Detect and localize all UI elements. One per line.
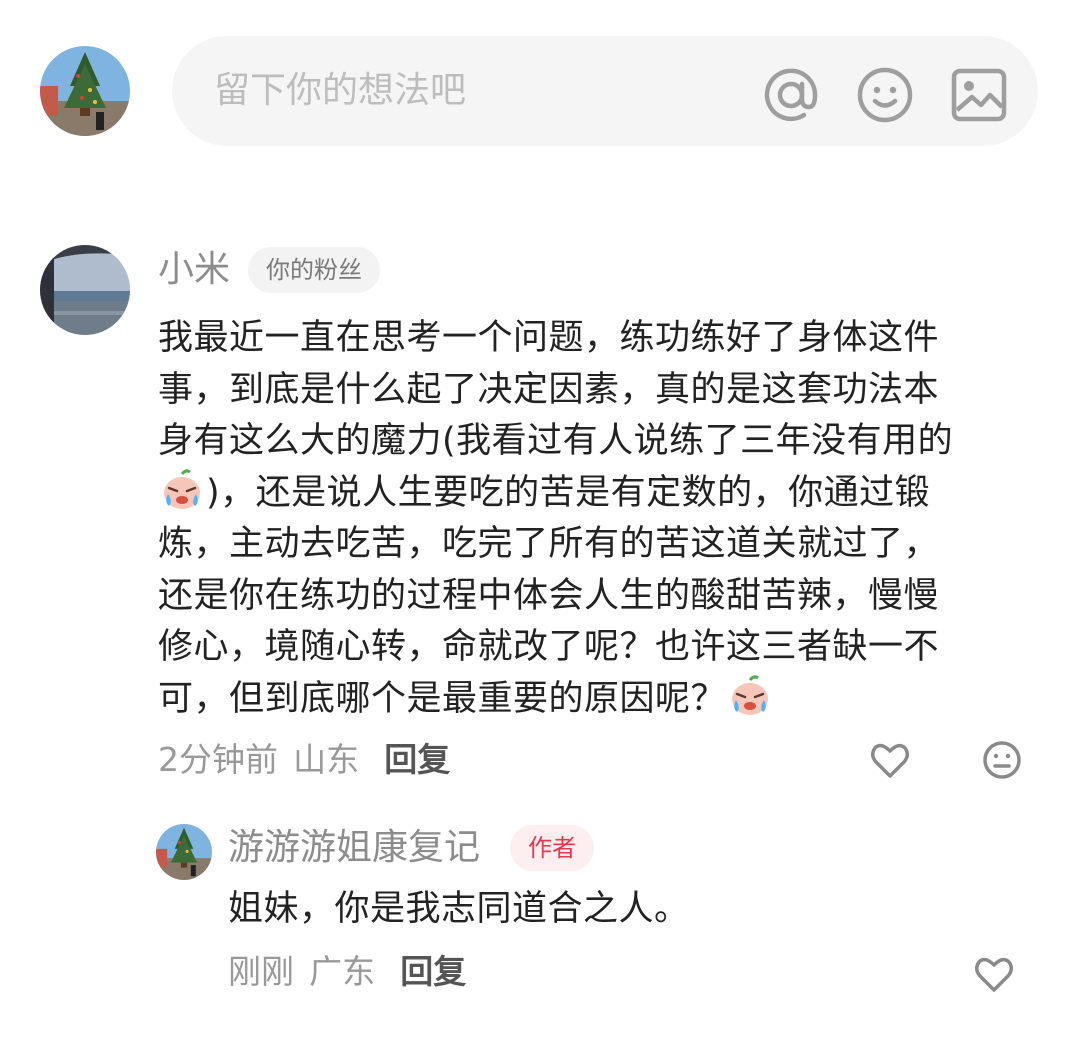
comment-line: 我最近一直在思考一个问题，练功练好了身体这件 <box>158 318 940 358</box>
at-icon[interactable] <box>762 66 820 124</box>
reply-meta: 刚刚 广东 回复 <box>228 950 466 994</box>
comment-location: 山东 <box>293 740 360 779</box>
author-username[interactable]: 游游游姐康复记 <box>228 824 480 872</box>
comment-line-text: 可，但到底哪个是最重要的原因呢？ <box>158 678 727 719</box>
crying-emoji-icon <box>160 468 204 512</box>
reply-like-heart-icon[interactable] <box>972 952 1016 996</box>
comment-line: 还是你在练功的过程中体会人生的酸甜苦辣，慢慢 <box>158 575 940 616</box>
comment-line: 炼，主动去吃苦，吃完了所有的苦这道关就过了， <box>158 524 940 564</box>
image-icon[interactable] <box>950 66 1008 124</box>
comment-line: 身有这么大的魔力(我看过有人说练了三年没有用的 <box>158 421 954 461</box>
crying-emoji-icon <box>728 674 772 718</box>
reply-to-reply-button[interactable]: 回复 <box>400 952 466 991</box>
reply-time: 刚刚 <box>228 952 294 991</box>
comment-line: 可，但到底哪个是最重要的原因呢？ <box>158 674 1038 726</box>
comment-line: 修心，境随心转，命就改了呢？也许这三者缺一不 <box>158 627 940 667</box>
fan-badge: 你的粉丝 <box>248 247 380 293</box>
my-avatar[interactable] <box>40 46 130 136</box>
comment-line: 事，到底是什么起了决定因素，真的是这套功法本 <box>158 369 940 410</box>
reply-location: 广东 <box>309 952 376 991</box>
reply-body[interactable]: 姐妹，你是我志同道合之人。 <box>228 884 690 936</box>
commenter-avatar[interactable] <box>40 245 130 335</box>
comment-line-text: )，还是说人生要吃的苦是有定数的，你通过锻 <box>206 472 931 513</box>
composer-placeholder[interactable]: 留下你的想法吧 <box>214 36 466 146</box>
comment-meta: 2分钟前 山东 回复 <box>158 738 450 782</box>
comment-body[interactable]: 我最近一直在思考一个问题，练功练好了身体这件 事，到底是什么起了决定因素，真的是… <box>158 313 1038 725</box>
like-heart-icon[interactable] <box>868 738 912 782</box>
comment-time: 2分钟前 <box>158 740 278 779</box>
author-badge: 作者 <box>510 825 594 871</box>
comment-line: )，还是说人生要吃的苦是有定数的，你通过锻 <box>158 468 1038 520</box>
reply-button[interactable]: 回复 <box>384 740 450 779</box>
emoji-icon[interactable] <box>856 66 914 124</box>
author-avatar[interactable] <box>156 824 212 880</box>
dislike-face-icon[interactable] <box>980 738 1024 782</box>
commenter-username[interactable]: 小米 <box>158 246 230 294</box>
comment-composer[interactable]: 留下你的想法吧 <box>172 36 1038 146</box>
